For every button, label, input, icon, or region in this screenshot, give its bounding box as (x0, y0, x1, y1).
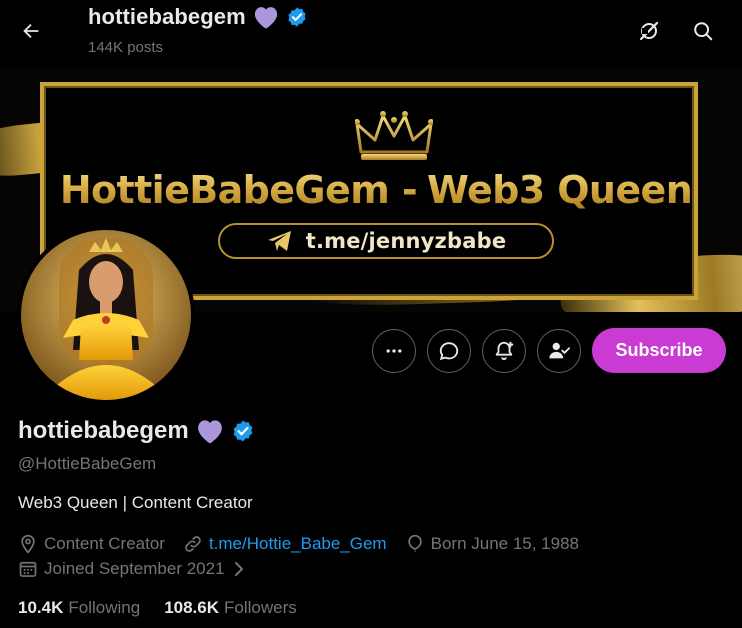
joined-row[interactable]: Joined September 2021 (18, 559, 265, 579)
follow-stats: 10.4K Following 108.6K Followers (18, 598, 321, 618)
followers-label: Followers (224, 598, 297, 617)
chevron-right-icon (234, 562, 243, 576)
website-item: t.me/Hottie_Babe_Gem (183, 534, 387, 554)
display-name: hottiebabegem (18, 417, 189, 444)
followers-link[interactable]: 108.6K Followers (164, 598, 297, 618)
grok-button[interactable] (632, 14, 666, 48)
search-button[interactable] (686, 14, 720, 48)
joined-text: Joined September 2021 (44, 559, 225, 578)
banner-title: HottieBabeGem - Web3 Queen (0, 168, 742, 212)
header-display-name: hottiebabegem (88, 4, 246, 29)
profile-meta-row: Content Creator t.me/Hottie_Babe_Gem Bor… (18, 534, 597, 554)
message-icon (439, 342, 459, 361)
followers-count: 108.6K (164, 598, 220, 617)
following-count: 10.4K (18, 598, 64, 617)
purple-heart-icon (254, 7, 277, 29)
calendar-icon (19, 561, 37, 577)
link-icon (185, 536, 201, 552)
profile-name-row: hottiebabegem (18, 417, 255, 445)
birthday-item: Born June 15, 1988 (405, 534, 579, 554)
banner-link-text: t.me/jennyzbabe (305, 229, 507, 253)
birthday-text: Born June 15, 1988 (430, 534, 580, 553)
header-name-row: hottiebabegem (88, 4, 308, 30)
category-text: Content Creator (44, 534, 165, 553)
location-icon (21, 534, 35, 554)
avatar-image (21, 230, 191, 400)
notification-bell-icon (495, 341, 514, 361)
more-icon (386, 349, 402, 353)
verified-badge-icon[interactable] (231, 419, 255, 443)
grok-icon (639, 21, 659, 41)
more-button[interactable] (372, 329, 416, 373)
verified-badge-icon (288, 7, 306, 27)
header-post-count: 144K posts (88, 39, 164, 56)
subscribe-button[interactable]: Subscribe (592, 328, 726, 373)
banner-title-left: HottieBabeGem - (59, 168, 417, 212)
search-icon (694, 22, 713, 41)
banner-link-pill: t.me/jennyzbabe (218, 223, 554, 259)
following-status-button[interactable] (537, 329, 581, 373)
profile-header-bar: hottiebabegem 144K posts (0, 0, 742, 68)
back-button[interactable] (14, 14, 48, 48)
message-button[interactable] (427, 329, 471, 373)
category-item: Content Creator (18, 534, 165, 554)
website-link[interactable]: t.me/Hottie_Babe_Gem (209, 534, 387, 554)
crown-icon (355, 111, 433, 160)
bio: Web3 Queen | Content Creator (18, 493, 253, 512)
following-label: Following (68, 598, 141, 617)
notification-button[interactable] (482, 329, 526, 373)
avatar[interactable] (17, 226, 195, 404)
purple-heart-icon (197, 420, 222, 444)
joined-item[interactable]: Joined September 2021 (18, 559, 247, 579)
following-link[interactable]: 10.4K Following (18, 598, 140, 618)
back-arrow-icon (23, 23, 39, 39)
banner-title-right: Web3 Queen (427, 168, 693, 212)
handle: @HottieBabeGem (18, 454, 157, 473)
telegram-icon (267, 231, 291, 251)
balloon-icon (407, 534, 422, 552)
follow-user-icon (549, 342, 570, 359)
